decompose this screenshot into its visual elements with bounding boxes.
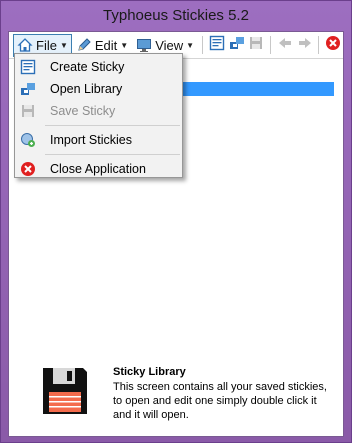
arrow-left-icon: [277, 35, 293, 56]
new-sticky-button[interactable]: [207, 34, 227, 57]
menu-item-label: Import Stickies: [50, 133, 132, 147]
menu-item-label: Close Application: [50, 162, 146, 176]
menu-item-label: Save Sticky: [50, 104, 116, 118]
list-item-selected[interactable]: [169, 82, 334, 96]
menu-item-label: Open Library: [50, 82, 123, 96]
menu-separator: [45, 154, 180, 155]
sticky-note-icon: [209, 35, 225, 56]
menu-item-import-stickies[interactable]: Import Stickies: [15, 129, 182, 151]
close-app-icon: [20, 161, 36, 177]
library-info: Sticky Library This screen contains all …: [31, 362, 331, 432]
library-title: Sticky Library: [113, 366, 186, 378]
chevron-down-icon: ▼: [186, 40, 195, 50]
open-library-icon: [229, 35, 245, 56]
floppy-disk-icon: [41, 366, 89, 416]
back-button[interactable]: [275, 34, 295, 57]
save-button[interactable]: [246, 34, 266, 57]
menu-item-create-sticky[interactable]: Create Sticky: [15, 56, 182, 78]
menu-item-open-library[interactable]: Open Library: [15, 78, 182, 100]
open-library-icon: [20, 81, 36, 97]
monitor-icon: [136, 37, 152, 53]
toolbar-separator: [318, 36, 320, 54]
home-icon: [17, 37, 33, 53]
sticky-note-icon: [20, 59, 36, 75]
import-icon: [20, 132, 36, 148]
arrow-right-icon: [297, 35, 313, 56]
menu-item-save-sticky[interactable]: Save Sticky: [15, 100, 182, 122]
menu-item-label: Create Sticky: [50, 60, 125, 74]
pencil-icon: [76, 37, 92, 53]
edit-menu-label: Edit: [94, 37, 118, 53]
toolbar-separator: [270, 36, 271, 54]
window-title: Typhoeus Stickies 5.2: [103, 7, 249, 24]
open-library-button[interactable]: [227, 34, 247, 57]
close-icon: [325, 35, 341, 56]
file-menu-label: File: [36, 37, 57, 53]
menu-item-close-application[interactable]: Close Application: [15, 158, 182, 180]
save-icon: [248, 35, 264, 56]
save-icon: [20, 103, 36, 119]
close-button[interactable]: [323, 34, 343, 57]
library-description: This screen contains all your saved stic…: [113, 381, 327, 421]
menu-separator: [45, 125, 180, 126]
toolbar-separator: [202, 36, 203, 54]
chevron-down-icon: ▼: [59, 40, 68, 50]
view-menu-label: View: [155, 37, 184, 53]
file-dropdown-menu: Create Sticky Open Library Save Sticky I…: [14, 53, 183, 178]
forward-button[interactable]: [295, 34, 315, 57]
chevron-down-icon: ▼: [120, 40, 129, 50]
